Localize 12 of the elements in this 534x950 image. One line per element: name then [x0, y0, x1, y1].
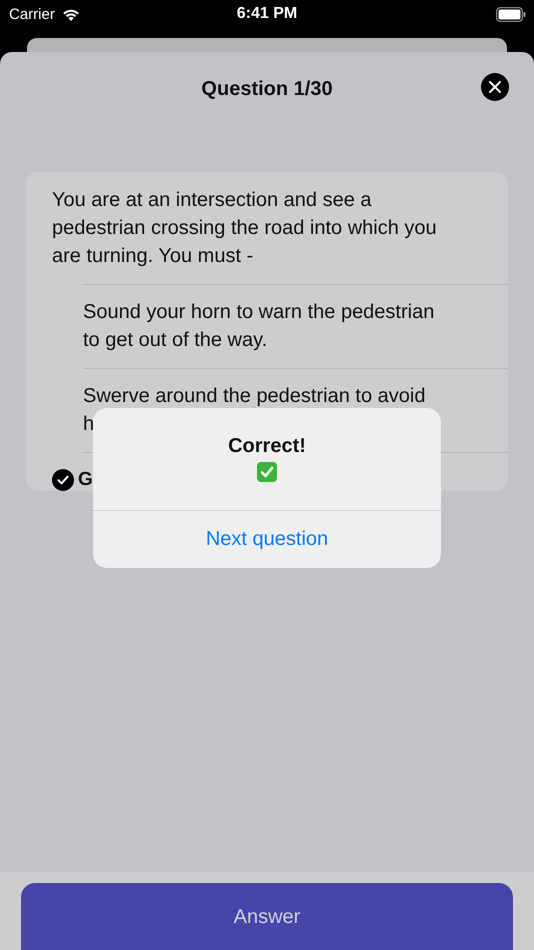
carrier-label: Carrier [9, 6, 55, 22]
status-time: 6:41 PM [236, 5, 298, 23]
answer-option[interactable]: G [78, 453, 93, 491]
battery-icon [496, 6, 526, 22]
alert-title: Correct! [228, 435, 306, 458]
question-title: Question 1/30 [201, 78, 333, 100]
question-text: You are at an intersection and see a pedestrian crossing the road into which you are turning. You must - [52, 188, 438, 269]
close-icon [481, 73, 509, 101]
answer-button[interactable]: Answer [21, 883, 513, 950]
answer-option[interactable]: Sound your horn to warn the pedestrian to get out of the way. [83, 285, 434, 368]
check-mark-icon [257, 462, 277, 482]
close-button[interactable] [481, 73, 509, 101]
